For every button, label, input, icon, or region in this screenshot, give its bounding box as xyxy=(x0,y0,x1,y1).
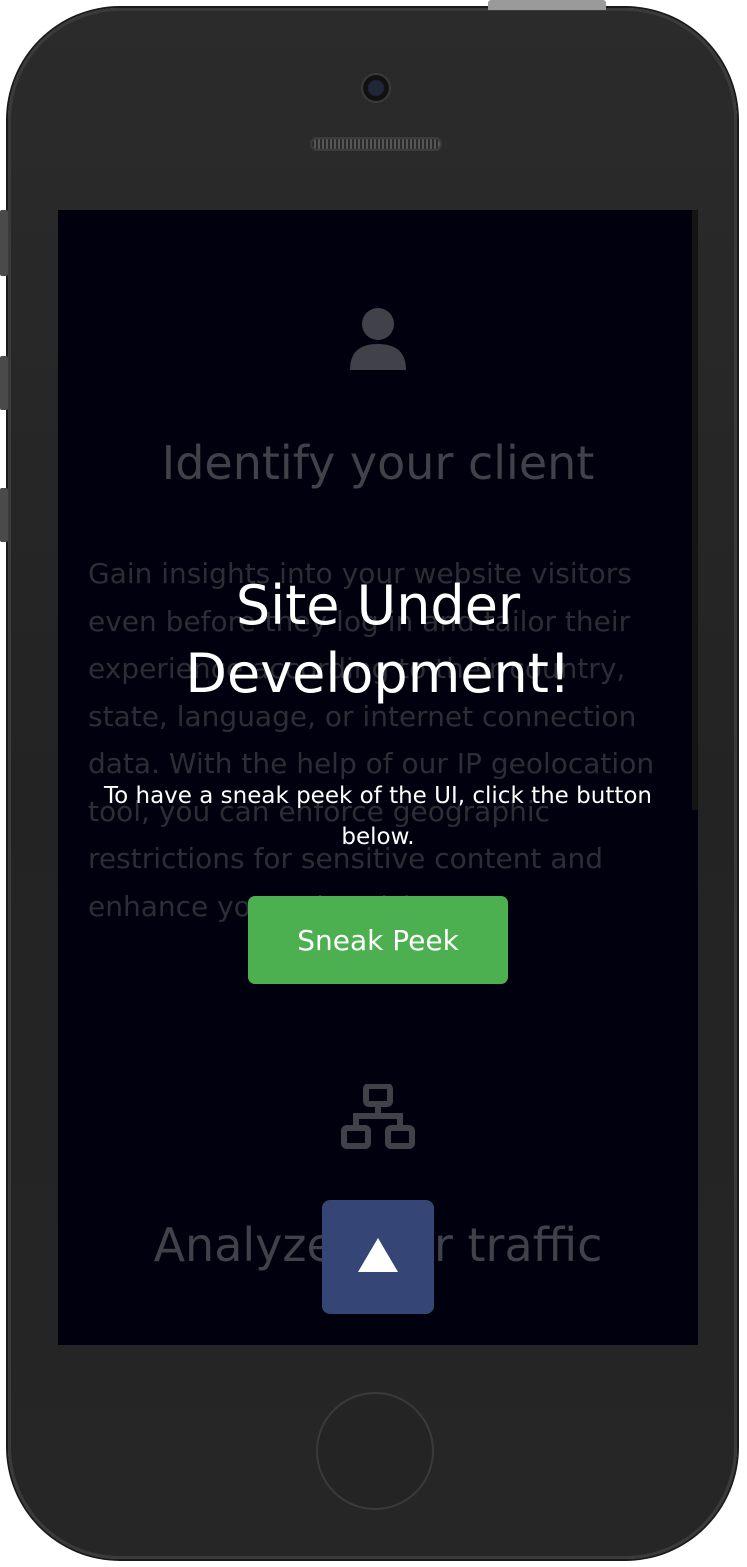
network-icon xyxy=(341,1084,415,1149)
mute-switch xyxy=(0,210,8,276)
section-heading-identify: Identify your client xyxy=(161,436,595,490)
screen: Identify your client Gain insights into … xyxy=(58,210,698,1345)
volume-up-button xyxy=(0,356,8,410)
power-button xyxy=(488,0,606,10)
overlay-title: Site Under Development! xyxy=(185,574,571,705)
camera-icon xyxy=(361,73,391,103)
volume-down-button xyxy=(0,488,8,542)
scroll-to-top-button[interactable] xyxy=(322,1200,434,1314)
speaker-grille xyxy=(310,137,442,151)
overlay-subtitle: To have a sneak peek of the UI, click th… xyxy=(103,783,653,850)
scrollbar[interactable] xyxy=(692,210,698,810)
arrow-up-icon xyxy=(358,1238,398,1272)
sneak-peek-button[interactable]: Sneak Peek xyxy=(248,896,508,984)
home-button[interactable] xyxy=(316,1392,434,1510)
user-icon xyxy=(350,308,406,370)
